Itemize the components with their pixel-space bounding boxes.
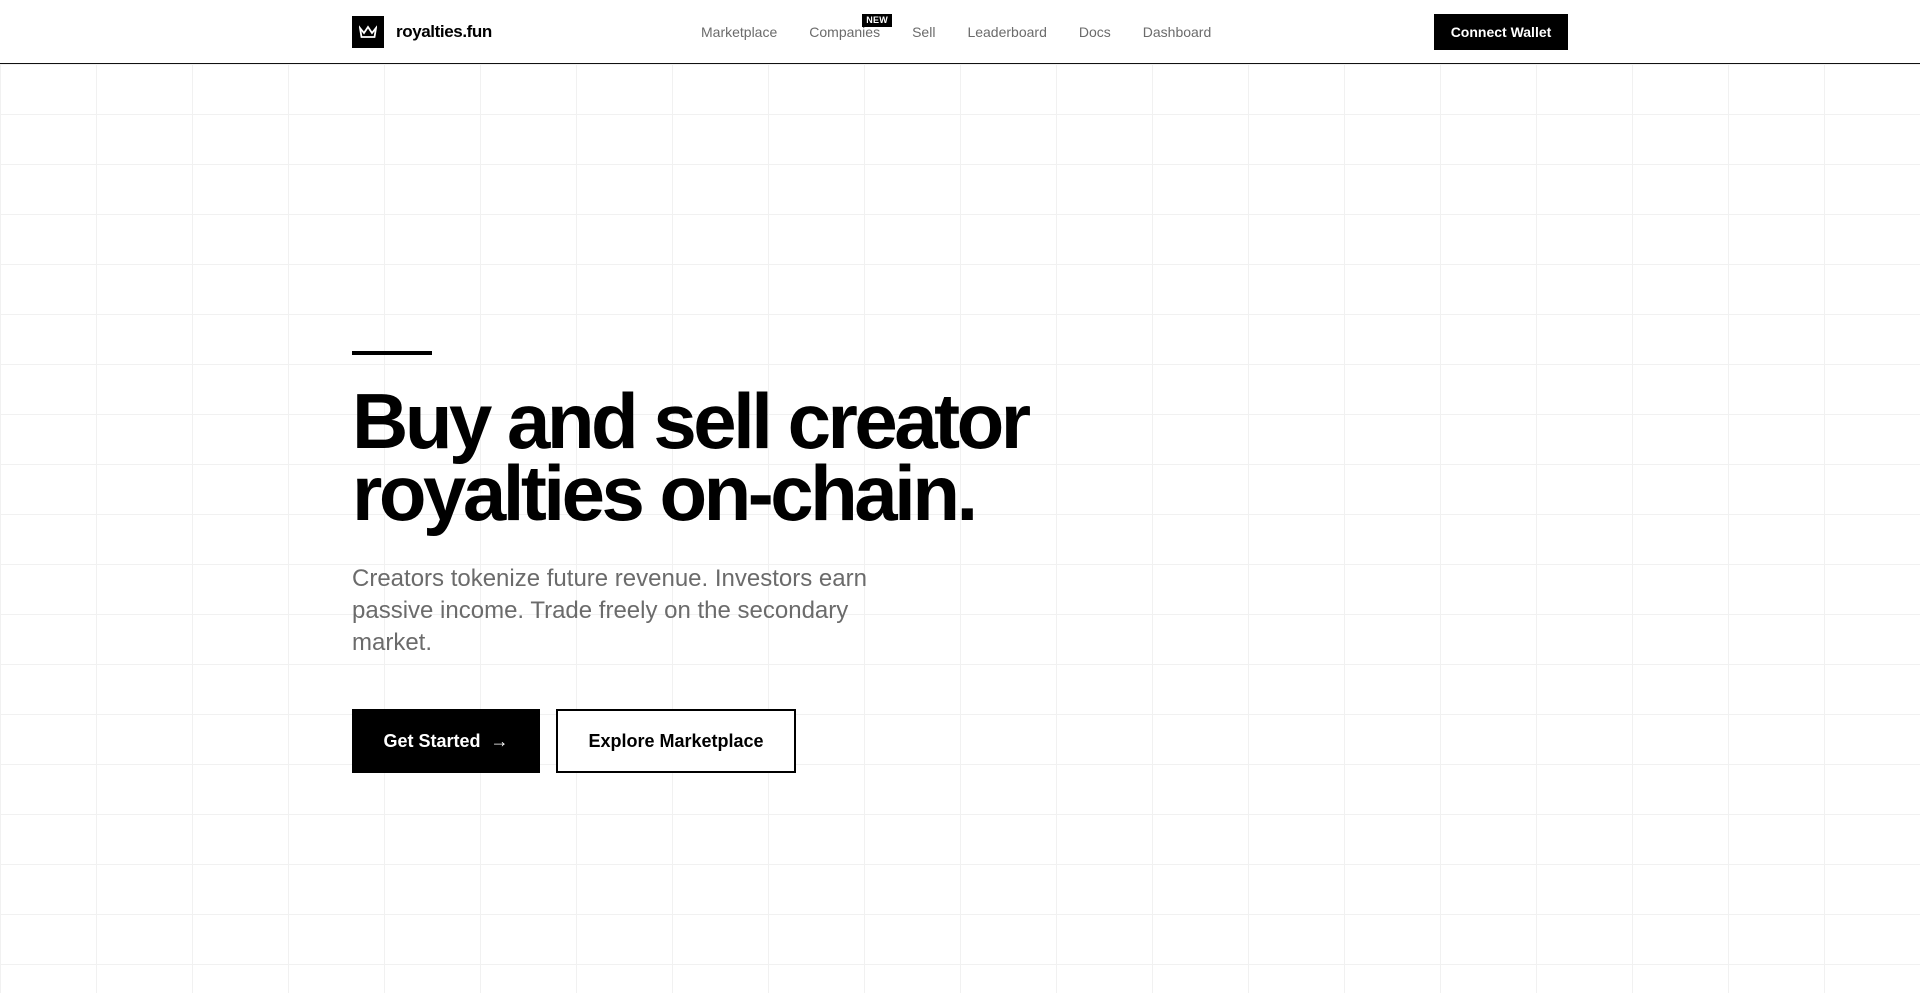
get-started-button[interactable]: Get Started → [352, 709, 540, 773]
explore-marketplace-button[interactable]: Explore Marketplace [556, 709, 796, 773]
new-badge: NEW [862, 14, 893, 27]
main-nav: Marketplace Companies NEW Sell Leaderboa… [701, 0, 1211, 64]
arrow-right-icon: → [490, 730, 509, 751]
brand-name: royalties.fun [396, 22, 492, 41]
nav-item-leaderboard[interactable]: Leaderboard [967, 24, 1046, 40]
hero-section: Buy and sell creator royalties on-chain.… [352, 351, 1252, 773]
nav-item-dashboard[interactable]: Dashboard [1143, 24, 1212, 40]
hero-title: Buy and sell creator royalties on-chain. [352, 377, 1252, 537]
hero-actions: Get Started → Explore Marketplace [352, 709, 1252, 773]
get-started-label: Get Started [383, 730, 481, 751]
top-nav-bar: royalties.fun Marketplace Companies NEW … [0, 0, 1920, 64]
hero-title-line: royalties on-chain. [352, 449, 978, 537]
hero-title-line: Buy and sell creator [352, 377, 1031, 465]
crown-icon [352, 16, 384, 48]
nav-item-companies[interactable]: Companies NEW [809, 14, 893, 40]
nav-item-docs[interactable]: Docs [1079, 24, 1111, 40]
hero-subtitle: Creators tokenize future revenue. Invest… [352, 565, 867, 656]
brand-link[interactable]: royalties.fun [352, 16, 492, 48]
nav-item-sell[interactable]: Sell [912, 24, 935, 40]
connect-wallet-button[interactable]: Connect Wallet [1434, 14, 1568, 50]
page: royalties.fun Marketplace Companies NEW … [0, 0, 1920, 993]
hero-accent-rule [352, 351, 432, 355]
nav-item-marketplace[interactable]: Marketplace [701, 24, 777, 40]
